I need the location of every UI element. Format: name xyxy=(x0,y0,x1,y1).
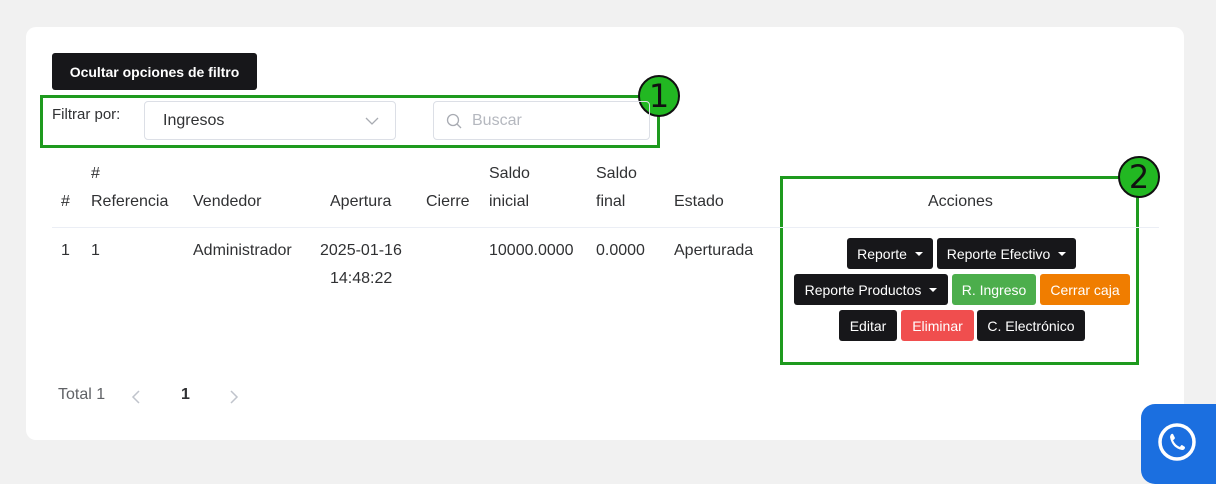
reporte-dropdown-button[interactable]: Reporte xyxy=(847,238,933,269)
toggle-filter-button[interactable]: Ocultar opciones de filtro xyxy=(52,53,257,90)
filter-select-value: Ingresos xyxy=(163,111,225,129)
header-saldo-inicial-line2: inicial xyxy=(489,193,530,210)
reporte-efectivo-label: Reporte Efectivo xyxy=(946,245,1051,262)
header-num: # xyxy=(61,193,70,210)
editar-button[interactable]: Editar xyxy=(839,310,897,341)
header-apertura: Apertura xyxy=(330,193,392,210)
search-icon xyxy=(446,113,462,128)
chevron-down-icon xyxy=(365,117,379,125)
header-saldo-inicial-line1: Saldo xyxy=(489,165,530,182)
chevron-left-icon[interactable] xyxy=(131,390,141,404)
cerrar-caja-button[interactable]: Cerrar caja xyxy=(1040,274,1130,305)
reporte-productos-dropdown-button[interactable]: Reporte Productos xyxy=(794,274,948,305)
search-input[interactable] xyxy=(472,111,632,130)
cell-saldo-final: 0.0000 xyxy=(596,242,645,259)
header-estado: Estado xyxy=(674,193,724,210)
pagination-total: Total 1 xyxy=(58,386,106,403)
header-divider xyxy=(52,227,1159,228)
header-ref-line1: # xyxy=(91,165,100,182)
search-box[interactable] xyxy=(433,101,650,140)
header-saldo-final-line1: Saldo xyxy=(596,165,637,182)
eliminar-button[interactable]: Eliminar xyxy=(901,310,974,341)
header-acciones: Acciones xyxy=(928,193,993,210)
r-ingreso-button[interactable]: R. Ingreso xyxy=(952,274,1036,305)
whatsapp-button[interactable] xyxy=(1141,404,1216,484)
chevron-right-icon[interactable] xyxy=(229,390,239,404)
reporte-label: Reporte xyxy=(857,245,907,262)
caret-down-icon xyxy=(929,287,938,292)
header-saldo-final-line2: final xyxy=(596,193,626,210)
cell-apertura-hora: 14:48:22 xyxy=(330,270,393,287)
c-electronico-button[interactable]: C. Electrónico xyxy=(977,310,1085,341)
header-cierre: Cierre xyxy=(426,193,470,210)
reporte-efectivo-dropdown-button[interactable]: Reporte Efectivo xyxy=(937,238,1076,269)
annotation-marker-2: 2 xyxy=(1118,156,1160,198)
whatsapp-icon xyxy=(1158,423,1196,461)
header-ref-line2: Referencia xyxy=(91,193,169,210)
header-vendedor: Vendedor xyxy=(193,193,262,210)
filter-select[interactable]: Ingresos xyxy=(144,101,396,140)
cell-apertura-fecha: 2025-01-16 xyxy=(320,242,402,259)
cell-referencia: 1 xyxy=(91,242,100,259)
filter-label: Filtrar por: xyxy=(52,106,121,123)
cell-vendedor: Administrador xyxy=(193,242,292,259)
cell-num: 1 xyxy=(61,242,70,259)
reporte-productos-label: Reporte Productos xyxy=(804,281,922,298)
caret-down-icon xyxy=(914,251,923,256)
caret-down-icon xyxy=(1058,251,1067,256)
pagination-page-current[interactable]: 1 xyxy=(181,386,190,404)
cell-estado: Aperturada xyxy=(674,242,754,259)
cell-saldo-inicial: 10000.0000 xyxy=(489,242,574,259)
